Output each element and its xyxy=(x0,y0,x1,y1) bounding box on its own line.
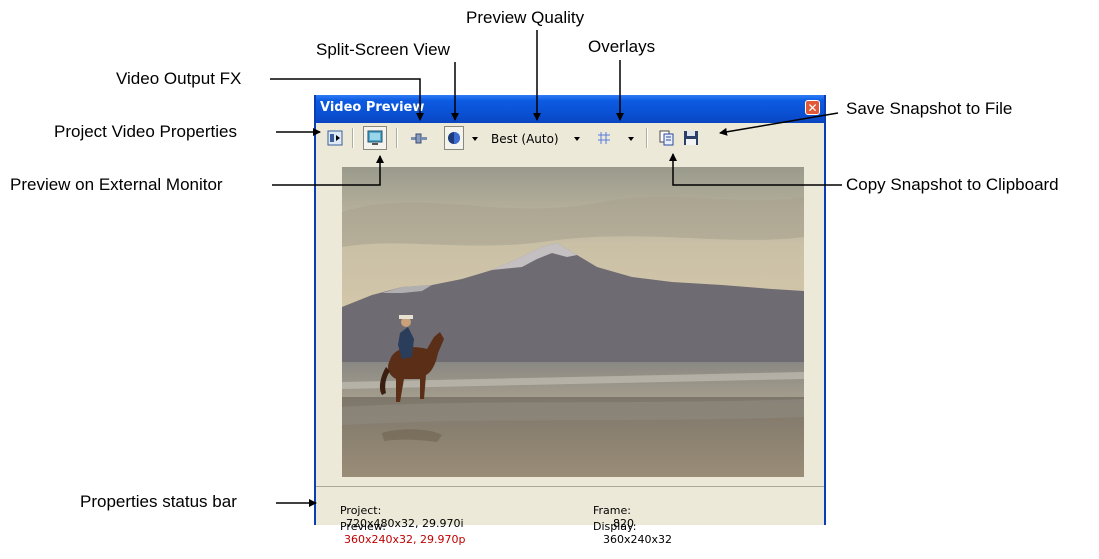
copy-icon xyxy=(659,130,674,146)
floppy-disk-icon xyxy=(684,131,698,145)
grid-icon xyxy=(598,132,610,144)
project-video-properties-button[interactable] xyxy=(324,126,346,150)
callout-copy-snapshot: Copy Snapshot to Clipboard xyxy=(846,175,1059,194)
preview-external-monitor-button[interactable] xyxy=(363,126,387,150)
copy-snapshot-button[interactable] xyxy=(656,126,678,150)
split-screen-view-button[interactable] xyxy=(444,126,464,150)
preview-quality-select[interactable]: Best (Auto) xyxy=(491,132,559,146)
video-preview-frame[interactable] xyxy=(342,167,804,477)
properties-status-bar: Project: 720x480x32, 29.970i Preview: 36… xyxy=(316,486,824,546)
toolbar-separator xyxy=(646,128,648,148)
close-button[interactable]: ✕ xyxy=(805,100,820,115)
preview-quality-dropdown-arrow[interactable] xyxy=(574,137,580,141)
video-preview-window: Video Preview ✕ Best (Auto) Project: 720… xyxy=(314,95,826,546)
split-screen-dropdown-arrow[interactable] xyxy=(472,137,478,141)
callout-preview-quality: Preview Quality xyxy=(466,8,585,27)
toolbar-separator xyxy=(396,128,398,148)
callout-preview-external-monitor: Preview on External Monitor xyxy=(10,175,223,194)
preview-image xyxy=(342,167,804,477)
video-output-fx-button[interactable] xyxy=(408,126,430,150)
callout-save-snapshot: Save Snapshot to File xyxy=(846,99,1013,118)
toolbar-separator xyxy=(352,128,354,148)
status-display-label: Display: xyxy=(592,520,637,533)
window-title: Video Preview xyxy=(320,100,425,115)
status-preview-row: Preview: 360x240x32, 29.970p xyxy=(319,507,465,559)
split-screen-icon xyxy=(448,132,460,144)
callout-split-screen-view: Split-Screen View xyxy=(316,40,450,59)
save-snapshot-button[interactable] xyxy=(680,126,702,150)
overlays-dropdown-arrow[interactable] xyxy=(628,137,634,141)
overlays-button[interactable] xyxy=(594,126,614,150)
toolbar: Best (Auto) xyxy=(316,123,824,153)
status-preview-label: Preview: xyxy=(339,520,386,533)
callout-project-video-properties: Project Video Properties xyxy=(54,122,238,141)
fx-plug-icon xyxy=(411,133,427,144)
status-preview-value: 360x240x32, 29.970p xyxy=(343,533,466,546)
project-properties-icon xyxy=(327,130,343,146)
monitor-icon xyxy=(367,130,383,145)
callout-properties-status-bar: Properties status bar xyxy=(80,492,237,511)
status-display-value: 360x240x32 xyxy=(602,533,672,546)
callout-video-output-fx: Video Output FX xyxy=(116,69,242,88)
callout-overlays: Overlays xyxy=(588,37,656,56)
title-bar[interactable]: Video Preview ✕ xyxy=(316,95,824,123)
status-display-row: Display: 360x240x32 xyxy=(572,507,672,559)
